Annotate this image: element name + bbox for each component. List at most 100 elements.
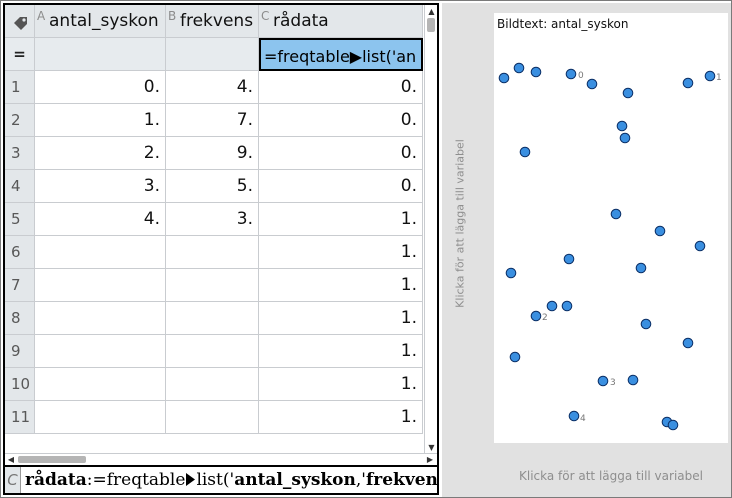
entry-line[interactable]: C rådata:=freqtable list('antal_syskon,'f… — [5, 465, 437, 493]
data-point[interactable] — [563, 253, 575, 265]
table-row: 4 3. 5. 0. — [5, 170, 423, 203]
data-point[interactable] — [635, 262, 647, 274]
cell-a[interactable] — [35, 236, 166, 269]
data-point[interactable] — [597, 375, 609, 387]
data-point[interactable] — [498, 72, 510, 84]
cell-c[interactable]: 1. — [259, 236, 423, 269]
formula-cell-b[interactable] — [166, 38, 259, 71]
cell-c[interactable]: 0. — [259, 170, 423, 203]
column-header-row: A antal_syskon B frekvens C rådata — [5, 5, 423, 38]
table-row: 7 1. — [5, 269, 423, 302]
data-point[interactable] — [616, 120, 628, 132]
cell-c[interactable]: 1. — [259, 269, 423, 302]
data-point[interactable] — [704, 70, 716, 82]
x-axis-variable-placeholder[interactable]: Klicka för att lägga till variabel — [494, 469, 728, 483]
data-point[interactable] — [568, 410, 580, 422]
vertical-scrollbar[interactable]: ▲ ▼ — [424, 5, 437, 455]
cell-a[interactable] — [35, 269, 166, 302]
entry-cell-letter: C — [5, 467, 21, 493]
cell-c[interactable]: 1. — [259, 302, 423, 335]
cell-b[interactable] — [166, 269, 259, 302]
cell-c[interactable]: 0. — [259, 71, 423, 104]
vertical-scroll-thumb[interactable] — [427, 18, 435, 32]
row-number: 1 — [5, 71, 35, 104]
cell-b[interactable] — [166, 368, 259, 401]
scroll-up-icon[interactable]: ▲ — [425, 6, 437, 17]
cell-b[interactable]: 4. — [166, 71, 259, 104]
scroll-left-icon[interactable]: ◀ — [5, 454, 17, 465]
data-point[interactable] — [505, 267, 517, 279]
cell-c[interactable]: 1. — [259, 368, 423, 401]
row-number: 7 — [5, 269, 35, 302]
data-point[interactable] — [622, 87, 634, 99]
column-name-radata: rådata — [273, 11, 329, 31]
scroll-down-icon[interactable]: ▼ — [425, 442, 437, 453]
horizontal-scroll-thumb[interactable] — [18, 456, 86, 463]
cell-a[interactable]: 0. — [35, 71, 166, 104]
spreadsheet-pane[interactable]: A antal_syskon B frekvens C rådata = =fr… — [3, 3, 439, 495]
cell-a[interactable] — [35, 302, 166, 335]
pin-icon[interactable] — [5, 5, 35, 38]
row-number: 4 — [5, 170, 35, 203]
cell-b[interactable] — [166, 401, 259, 434]
cell-b[interactable]: 7. — [166, 104, 259, 137]
cell-a[interactable] — [35, 368, 166, 401]
cell-b[interactable]: 3. — [166, 203, 259, 236]
data-point[interactable] — [586, 78, 598, 90]
cell-a[interactable]: 1. — [35, 104, 166, 137]
data-point[interactable] — [619, 132, 631, 144]
formula-cell-c[interactable]: =freqtable▶list('an — [259, 38, 423, 71]
cell-b[interactable]: 5. — [166, 170, 259, 203]
data-point[interactable] — [530, 66, 542, 78]
cell-c[interactable]: 1. — [259, 401, 423, 434]
cell-a[interactable]: 3. — [35, 170, 166, 203]
cell-c[interactable]: 1. — [259, 203, 423, 236]
data-point[interactable] — [519, 146, 531, 158]
data-point[interactable] — [667, 419, 679, 431]
data-point[interactable] — [694, 240, 706, 252]
data-point[interactable] — [561, 300, 573, 312]
column-name-antal-syskon: antal_syskon — [49, 11, 159, 31]
data-point[interactable] — [546, 300, 558, 312]
data-point[interactable] — [627, 374, 639, 386]
horizontal-scrollbar[interactable]: ◀ ▶ — [5, 453, 437, 465]
data-point[interactable] — [654, 225, 666, 237]
data-point[interactable] — [513, 62, 525, 74]
point-label: 3 — [610, 378, 616, 388]
data-point[interactable] — [509, 351, 521, 363]
scroll-right-icon[interactable]: ▶ — [424, 454, 436, 465]
data-plot-pane[interactable]: Bildtext: antal_syskon 01234 Klicka för … — [442, 3, 731, 497]
data-point[interactable] — [682, 77, 694, 89]
table-row: 11 1. — [5, 401, 423, 434]
cell-c[interactable]: 1. — [259, 335, 423, 368]
convert-arrow-icon — [186, 473, 196, 486]
cell-c[interactable]: 0. — [259, 137, 423, 170]
cell-b[interactable] — [166, 236, 259, 269]
formula-row: = =freqtable▶list('an — [5, 38, 423, 71]
cell-b[interactable] — [166, 302, 259, 335]
cell-a[interactable]: 4. — [35, 203, 166, 236]
column-header-b[interactable]: B frekvens — [166, 5, 259, 38]
entry-formula-text[interactable]: rådata:=freqtable list('antal_syskon,'fre… — [25, 467, 437, 493]
dot-scatter: 0 1 2 3 4 — [498, 62, 722, 431]
column-header-a[interactable]: A antal_syskon — [35, 5, 166, 38]
table-row: 8 1. — [5, 302, 423, 335]
formula-cell-a[interactable] — [35, 38, 166, 71]
cell-b[interactable] — [166, 335, 259, 368]
column-name-frekvens: frekvens — [180, 11, 254, 31]
plot-area[interactable]: Bildtext: antal_syskon 01234 — [494, 13, 728, 443]
data-point[interactable] — [530, 310, 542, 322]
row-number: 10 — [5, 368, 35, 401]
table-row: 5 4. 3. 1. — [5, 203, 423, 236]
cell-b[interactable]: 9. — [166, 137, 259, 170]
data-point[interactable] — [640, 318, 652, 330]
data-point[interactable] — [565, 68, 577, 80]
cell-a[interactable]: 2. — [35, 137, 166, 170]
cell-c[interactable]: 0. — [259, 104, 423, 137]
cell-a[interactable] — [35, 401, 166, 434]
data-point[interactable] — [610, 208, 622, 220]
column-header-c[interactable]: C rådata — [259, 5, 423, 38]
cell-a[interactable] — [35, 335, 166, 368]
data-point[interactable] — [682, 337, 694, 349]
formula-row-marker: = — [5, 38, 35, 71]
